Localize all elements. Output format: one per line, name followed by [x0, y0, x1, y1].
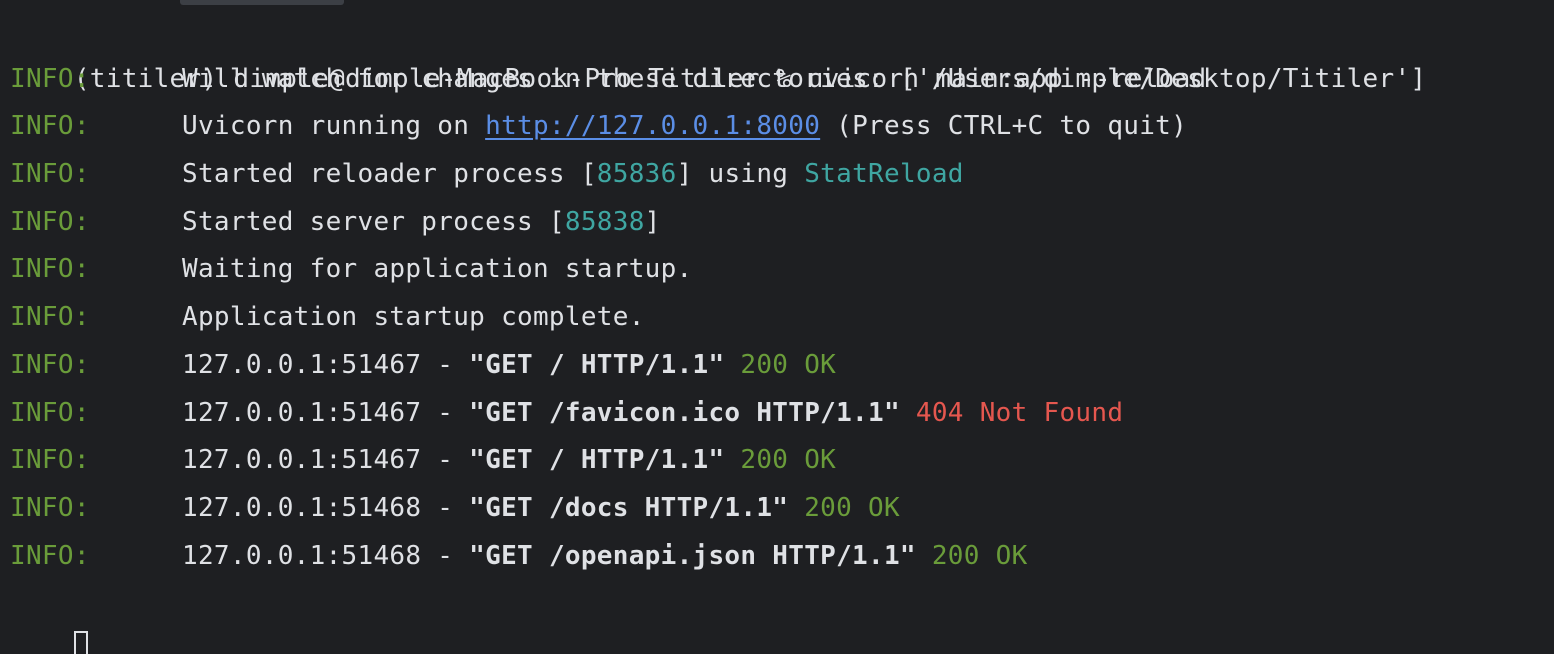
- log-line: INFO: Uvicorn running on http://127.0.0.1…: [10, 103, 1554, 151]
- status-ok: 200 OK: [788, 492, 900, 523]
- log-line: INFO: Will watch for changes in these dir…: [10, 56, 1554, 104]
- log-message: ] using: [676, 159, 805, 190]
- client-address: 127.0.0.1:51467 -: [182, 397, 470, 428]
- http-request: "GET /favicon.ico HTTP/1.1": [469, 397, 900, 428]
- log-message: Will watch for changes in these director…: [182, 63, 1427, 94]
- log-level: INFO:: [10, 159, 90, 190]
- log-level: INFO:: [10, 63, 90, 94]
- http-request: "GET /docs HTTP/1.1": [469, 492, 789, 523]
- access-log-line: INFO: 127.0.0.1:51467 - "GET / HTTP/1.1" …: [10, 342, 1554, 390]
- log-line: INFO: Started reloader process [85836] us…: [10, 151, 1554, 199]
- client-address: 127.0.0.1:51468 -: [182, 492, 470, 523]
- log-level: INFO:: [10, 445, 90, 476]
- status-not-found: 404 Not Found: [899, 397, 1124, 428]
- status-ok: 200 OK: [915, 540, 1028, 571]
- log-message: Started reloader process [: [182, 159, 597, 190]
- scrollbar-thumb[interactable]: [180, 0, 344, 5]
- input-line[interactable]: [10, 580, 1554, 654]
- status-ok: 200 OK: [724, 349, 837, 380]
- log-level: INFO:: [10, 254, 90, 285]
- log-line: INFO: Application startup complete.: [10, 294, 1554, 342]
- http-request: "GET / HTTP/1.1": [469, 445, 725, 476]
- log-line: INFO: Waiting for application startup.: [10, 246, 1554, 294]
- log-message: Application startup complete.: [182, 302, 645, 333]
- log-message: ]: [644, 206, 661, 237]
- log-level: INFO:: [10, 492, 90, 523]
- text-cursor: [73, 630, 88, 654]
- log-line: INFO: Started server process [85838]: [10, 199, 1554, 247]
- log-level: INFO:: [10, 111, 90, 142]
- reloader-name: StatReload: [804, 159, 964, 190]
- client-address: 127.0.0.1:51467 -: [182, 445, 470, 476]
- http-request: "GET / HTTP/1.1": [469, 349, 725, 380]
- access-log-line: INFO: 127.0.0.1:51468 - "GET /openapi.jso…: [10, 533, 1554, 581]
- process-id: 85836: [596, 159, 677, 190]
- log-level: INFO:: [10, 349, 90, 380]
- log-level: INFO:: [10, 206, 90, 237]
- server-url-link[interactable]: http://127.0.0.1:8000: [485, 111, 820, 141]
- log-level: INFO:: [10, 302, 90, 333]
- client-address: 127.0.0.1:51467 -: [182, 349, 470, 380]
- status-ok: 200 OK: [724, 445, 837, 476]
- access-log-line: INFO: 127.0.0.1:51468 - "GET /docs HTTP/1…: [10, 485, 1554, 533]
- log-message: Waiting for application startup.: [182, 254, 693, 285]
- log-message: Started server process [: [182, 206, 565, 237]
- http-request: "GET /openapi.json HTTP/1.1": [469, 540, 916, 571]
- log-level: INFO:: [10, 397, 90, 428]
- log-message: (Press CTRL+C to quit): [820, 111, 1188, 142]
- log-message: Uvicorn running on: [182, 111, 486, 142]
- access-log-line: INFO: 127.0.0.1:51467 - "GET / HTTP/1.1" …: [10, 437, 1554, 485]
- log-level: INFO:: [10, 540, 90, 571]
- process-id: 85838: [564, 206, 645, 237]
- client-address: 127.0.0.1:51468 -: [182, 540, 470, 571]
- access-log-line: INFO: 127.0.0.1:51467 - "GET /favicon.ico…: [10, 390, 1554, 438]
- terminal-window[interactable]: (titiler) dimple@dimple-MacBook-Pro Titi…: [0, 0, 1554, 654]
- prompt-line: (titiler) dimple@dimple-MacBook-Pro Titi…: [10, 8, 1554, 94]
